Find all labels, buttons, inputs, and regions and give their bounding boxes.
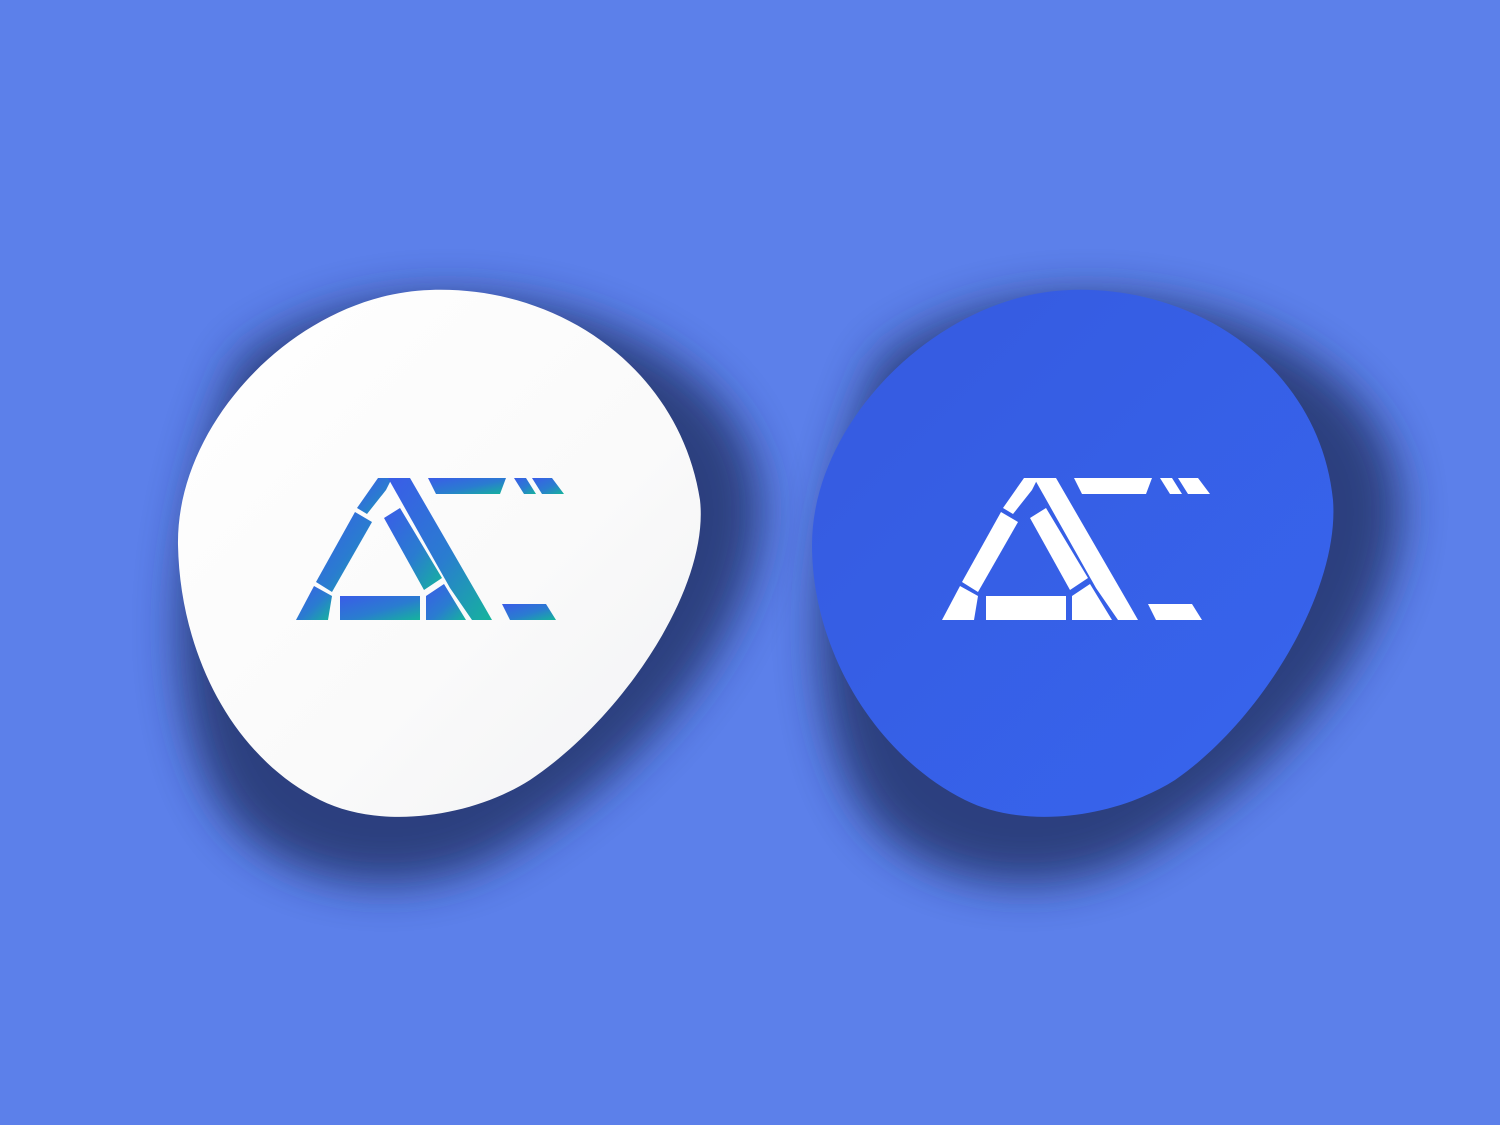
blue-sticker (812, 289, 1401, 885)
sticker-stage (177, 289, 1401, 885)
mockup-scene (0, 0, 1500, 1125)
white-sticker (177, 289, 761, 885)
